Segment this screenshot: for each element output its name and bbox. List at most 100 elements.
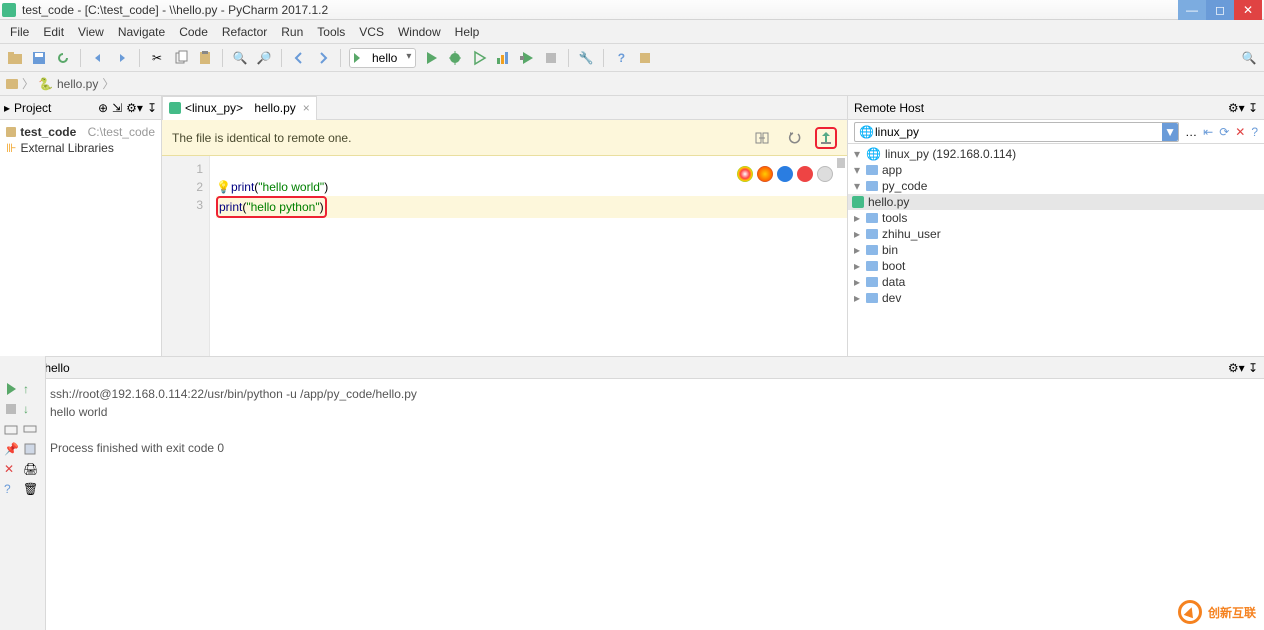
copy-icon[interactable] — [172, 49, 190, 67]
firefox-icon[interactable] — [757, 166, 773, 182]
menu-edit[interactable]: Edit — [37, 23, 70, 41]
compare-icon[interactable] — [751, 127, 773, 149]
app-icon — [2, 3, 16, 17]
scroll-down-icon[interactable]: ↓ — [23, 402, 38, 416]
remote-more-icon[interactable]: … — [1185, 125, 1197, 139]
search-everywhere-icon[interactable]: 🔍 — [1240, 49, 1258, 67]
restore-layout-icon[interactable] — [4, 422, 19, 436]
remote-hide-icon[interactable]: ↧ — [1248, 101, 1258, 115]
clear-all-icon[interactable]: 🗑 — [23, 482, 38, 496]
menu-file[interactable]: File — [4, 23, 35, 41]
chrome-icon[interactable] — [737, 166, 753, 182]
back-icon[interactable] — [290, 49, 308, 67]
remote-root[interactable]: ▾🌐linux_py (192.168.0.114) — [848, 146, 1264, 162]
console-stdout: hello world — [50, 403, 1258, 421]
forward-icon[interactable] — [314, 49, 332, 67]
attach-icon[interactable] — [518, 49, 536, 67]
settings-icon[interactable]: 🔧 — [577, 49, 595, 67]
menu-run[interactable]: Run — [275, 23, 309, 41]
open-icon[interactable] — [6, 49, 24, 67]
remote-dir-bin[interactable]: ▸bin — [848, 242, 1264, 258]
run-toolbar: 📌 ✕ ? ↑ ↓ 🖨 🗑 — [0, 356, 46, 630]
rerun-icon[interactable] — [4, 382, 19, 396]
print-icon[interactable]: 🖨 — [23, 462, 38, 476]
python-file-icon — [852, 196, 864, 208]
close-run-icon[interactable]: ✕ — [4, 462, 19, 476]
remote-dir-dev[interactable]: ▸dev — [848, 290, 1264, 306]
run-console[interactable]: ssh://root@192.168.0.114:22/usr/bin/pyth… — [50, 385, 1258, 457]
editor-tab-hello[interactable]: <linux_py> hello.py × — [162, 96, 317, 120]
replace-icon[interactable]: 🔎 — [255, 49, 273, 67]
remote-server-dropdown[interactable]: 🌐 linux_py ▼ — [854, 122, 1179, 142]
paste-icon[interactable] — [196, 49, 214, 67]
scroll-to-end-icon[interactable] — [23, 442, 38, 456]
run-config-selector[interactable]: hello — [349, 48, 416, 68]
pin-icon[interactable]: 📌 — [4, 442, 19, 456]
save-icon[interactable] — [30, 49, 48, 67]
profile-icon[interactable] — [494, 49, 512, 67]
menu-tools[interactable]: Tools — [311, 23, 351, 41]
coverage-icon[interactable] — [470, 49, 488, 67]
menu-view[interactable]: View — [72, 23, 110, 41]
upload-icon[interactable] — [815, 127, 837, 149]
menu-code[interactable]: Code — [173, 23, 214, 41]
browser-icons-bar — [737, 166, 833, 182]
project-scope-icon[interactable]: ⊕ — [98, 101, 108, 115]
cut-icon[interactable]: ✂ — [148, 49, 166, 67]
remote-dir-data[interactable]: ▸data — [848, 274, 1264, 290]
project-root[interactable]: test_code C:\test_code — [6, 124, 155, 140]
help-icon[interactable]: ? — [612, 49, 630, 67]
remote-settings-icon[interactable]: ⚙▾ — [1228, 101, 1245, 115]
remote-dir-boot[interactable]: ▸boot — [848, 258, 1264, 274]
external-libraries[interactable]: ⊪ External Libraries — [6, 140, 155, 156]
remote-host-tool-window: Remote Host ⚙▾ ↧ 🌐 linux_py ▼ … ⇤ ⟳ ✕ ? … — [848, 96, 1264, 356]
menu-navigate[interactable]: Navigate — [112, 23, 171, 41]
tip-icon[interactable] — [636, 49, 654, 67]
scrollbar-marker — [837, 158, 845, 168]
remote-help-icon[interactable]: ? — [1251, 125, 1258, 139]
remote-dir-app[interactable]: ▾app — [848, 162, 1264, 178]
scroll-up-icon[interactable]: ↑ — [23, 382, 38, 396]
hide-icon[interactable]: ↧ — [147, 101, 157, 115]
close-tab-icon[interactable]: × — [303, 101, 310, 115]
soft-wrap-icon[interactable] — [23, 422, 38, 436]
remote-refresh-icon[interactable]: ⟳ — [1219, 125, 1229, 139]
redo-icon[interactable] — [113, 49, 131, 67]
scroll-from-source-icon[interactable]: ⇲ — [112, 101, 122, 115]
intention-bulb-icon[interactable]: 💡 — [216, 180, 231, 194]
revert-icon[interactable] — [783, 127, 805, 149]
opera-icon[interactable] — [797, 166, 813, 182]
remote-dir-pycode[interactable]: ▾py_code — [848, 178, 1264, 194]
run-tab-label[interactable]: hello — [44, 361, 69, 375]
breadcrumb-file[interactable]: hello.py — [57, 77, 98, 91]
remote-dir-tools[interactable]: ▸tools — [848, 210, 1264, 226]
menu-refactor[interactable]: Refactor — [216, 23, 273, 41]
find-icon[interactable]: 🔍 — [231, 49, 249, 67]
run-settings-icon[interactable]: ⚙▾ — [1228, 361, 1245, 375]
run-help-icon[interactable]: ? — [4, 482, 19, 496]
debug-icon[interactable] — [446, 49, 464, 67]
minimize-button[interactable]: — — [1178, 0, 1206, 20]
menu-window[interactable]: Window — [392, 23, 447, 41]
project-dropdown-icon[interactable]: ▸ — [4, 101, 10, 115]
refresh-icon[interactable] — [54, 49, 72, 67]
menu-bar: File Edit View Navigate Code Refactor Ru… — [0, 20, 1264, 44]
undo-icon[interactable] — [89, 49, 107, 67]
project-settings-icon[interactable]: ⚙▾ — [126, 101, 143, 115]
remote-disconnect-icon[interactable]: ✕ — [1235, 125, 1245, 139]
console-cmd: ssh://root@192.168.0.114:22/usr/bin/pyth… — [50, 385, 1258, 403]
code-area[interactable]: 💡print("hello world") print("hello pytho… — [210, 156, 847, 356]
stop-icon[interactable] — [542, 49, 560, 67]
edge-icon[interactable] — [817, 166, 833, 182]
close-button[interactable]: ✕ — [1234, 0, 1262, 20]
safari-icon[interactable] — [777, 166, 793, 182]
maximize-button[interactable]: ◻ — [1206, 0, 1234, 20]
remote-file-hello[interactable]: hello.py — [848, 194, 1264, 210]
menu-help[interactable]: Help — [449, 23, 486, 41]
menu-vcs[interactable]: VCS — [353, 23, 390, 41]
run-icon[interactable] — [422, 49, 440, 67]
remote-dir-zhihu[interactable]: ▸zhihu_user — [848, 226, 1264, 242]
run-hide-icon[interactable]: ↧ — [1248, 361, 1258, 375]
collapse-all-icon[interactable]: ⇤ — [1203, 125, 1213, 139]
stop-run-icon[interactable] — [4, 402, 19, 416]
